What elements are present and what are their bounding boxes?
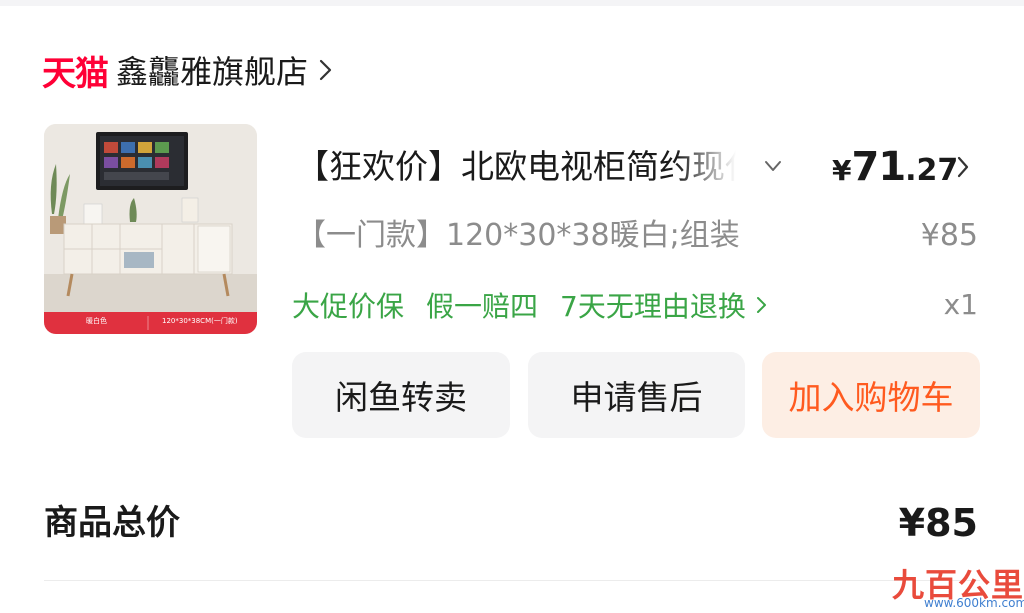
price-decimal: .27 (905, 153, 959, 188)
quantity: x1 (943, 288, 978, 321)
image-caption-color: 暖白色 (86, 317, 107, 325)
shop-name[interactable]: 鑫龘雅旗舰店 (116, 47, 308, 93)
shop-header[interactable]: 天猫 鑫龘雅旗舰店 (42, 47, 334, 94)
tv-cabinet-image (44, 124, 257, 334)
order-item-card: 天猫 鑫龘雅旗舰店 暖白色 120*30*38CM(一门款) 【狂欢价】北欧电视… (0, 0, 1024, 613)
total-value: ¥85 (898, 501, 978, 545)
service-price-protect: 大促价保 (292, 290, 405, 323)
chevron-right-icon[interactable] (318, 57, 334, 83)
actual-price: ¥71.27 (832, 142, 958, 192)
product-spec: 【一门款】120*30*38暖白;组装 (296, 218, 740, 253)
watermark-logo: 九百公里 www.600km.com (892, 560, 1024, 610)
total-label: 商品总价 (44, 503, 180, 543)
divider (44, 580, 980, 581)
chevron-down-icon[interactable] (761, 154, 785, 178)
image-caption-size: 120*30*38CM(一门款) (162, 317, 238, 325)
add-to-cart-button[interactable]: 加入购物车 (762, 352, 980, 438)
after-sale-button[interactable]: 申请售后 (528, 352, 745, 438)
product-title-row[interactable]: 【狂欢价】北欧电视柜简约现代 ¥71.27 (296, 142, 996, 192)
chevron-right-icon[interactable] (756, 295, 768, 315)
price-currency: ¥ (832, 154, 852, 187)
watermark-url: www.600km.com (924, 596, 1024, 610)
original-price: ¥85 (920, 218, 978, 253)
service-fake-compensation: 假一赔四 (426, 290, 539, 323)
top-divider (0, 0, 1024, 6)
price-integer: 71 (851, 144, 906, 190)
service-tags[interactable]: 大促价保 假一赔四 7天无理由退换 (292, 284, 768, 326)
chevron-right-icon[interactable] (956, 154, 970, 180)
product-title[interactable]: 【狂欢价】北欧电视柜简约现代 (296, 142, 736, 192)
product-image[interactable]: 暖白色 120*30*38CM(一门款) (44, 124, 257, 334)
tmall-logo: 天猫 (42, 53, 109, 94)
title-fade (676, 142, 736, 192)
service-seven-day-return: 7天无理由退换 (560, 290, 746, 323)
resell-button[interactable]: 闲鱼转卖 (292, 352, 510, 438)
